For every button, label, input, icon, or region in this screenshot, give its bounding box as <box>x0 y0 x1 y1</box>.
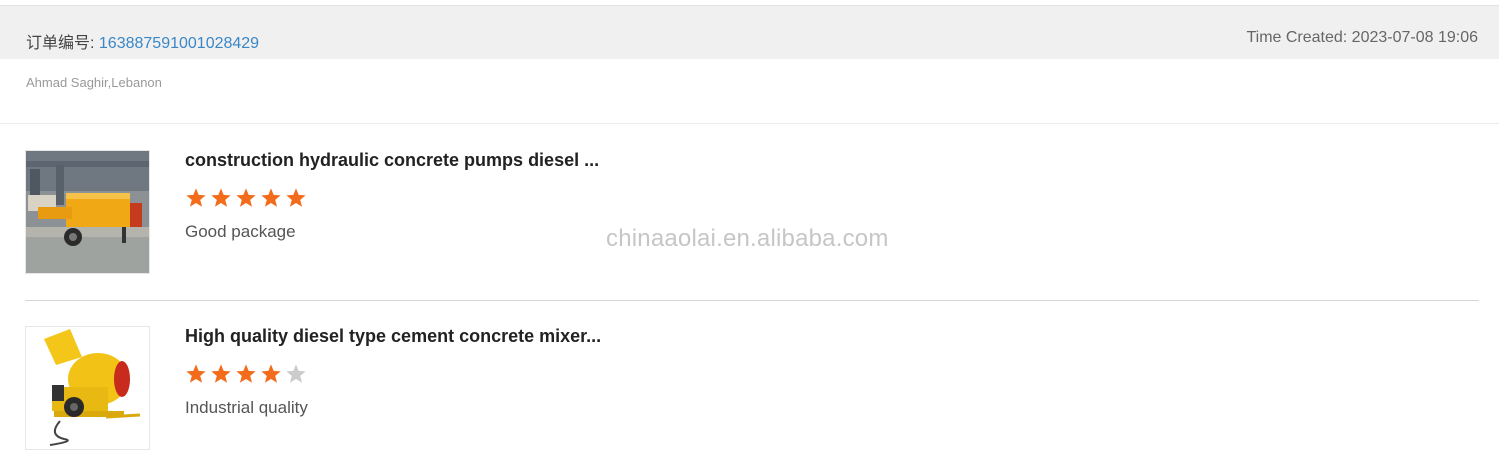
buyer-info: Ahmad Saghir,Lebanon <box>26 75 162 90</box>
section-divider <box>0 123 1499 124</box>
product-thumbnail[interactable] <box>25 326 150 450</box>
star-filled-icon <box>211 364 231 383</box>
star-filled-icon <box>286 188 306 207</box>
star-rating <box>185 187 307 209</box>
star-filled-icon <box>186 188 206 207</box>
star-filled-icon <box>261 364 281 383</box>
star-filled-icon <box>236 364 256 383</box>
product-thumbnail[interactable] <box>25 150 150 274</box>
time-created: Time Created: 2023-07-08 19:06 <box>1246 29 1478 46</box>
order-number: 订单编号: 163887591001028429 <box>26 29 259 53</box>
order-header: 订单编号: 163887591001028429 Time Created: 2… <box>0 6 1499 59</box>
review-comment: Good package <box>185 222 296 241</box>
product-title[interactable]: High quality diesel type cement concrete… <box>185 326 601 347</box>
star-filled-icon <box>211 188 231 207</box>
concrete-mixer-product-image <box>26 327 149 449</box>
watermark-text: chinaaolai.en.alibaba.com <box>606 225 889 252</box>
star-filled-icon <box>236 188 256 207</box>
order-number-label: 订单编号: <box>26 35 99 52</box>
star-filled-icon <box>186 364 206 383</box>
review-comment: Industrial quality <box>185 398 308 417</box>
star-empty-icon <box>286 364 306 383</box>
review-divider <box>25 300 1479 301</box>
star-rating <box>185 363 307 385</box>
order-number-link[interactable]: 163887591001028429 <box>99 35 259 52</box>
product-title[interactable]: construction hydraulic concrete pumps di… <box>185 150 599 171</box>
star-filled-icon <box>261 188 281 207</box>
concrete-pump-product-image <box>26 151 149 273</box>
